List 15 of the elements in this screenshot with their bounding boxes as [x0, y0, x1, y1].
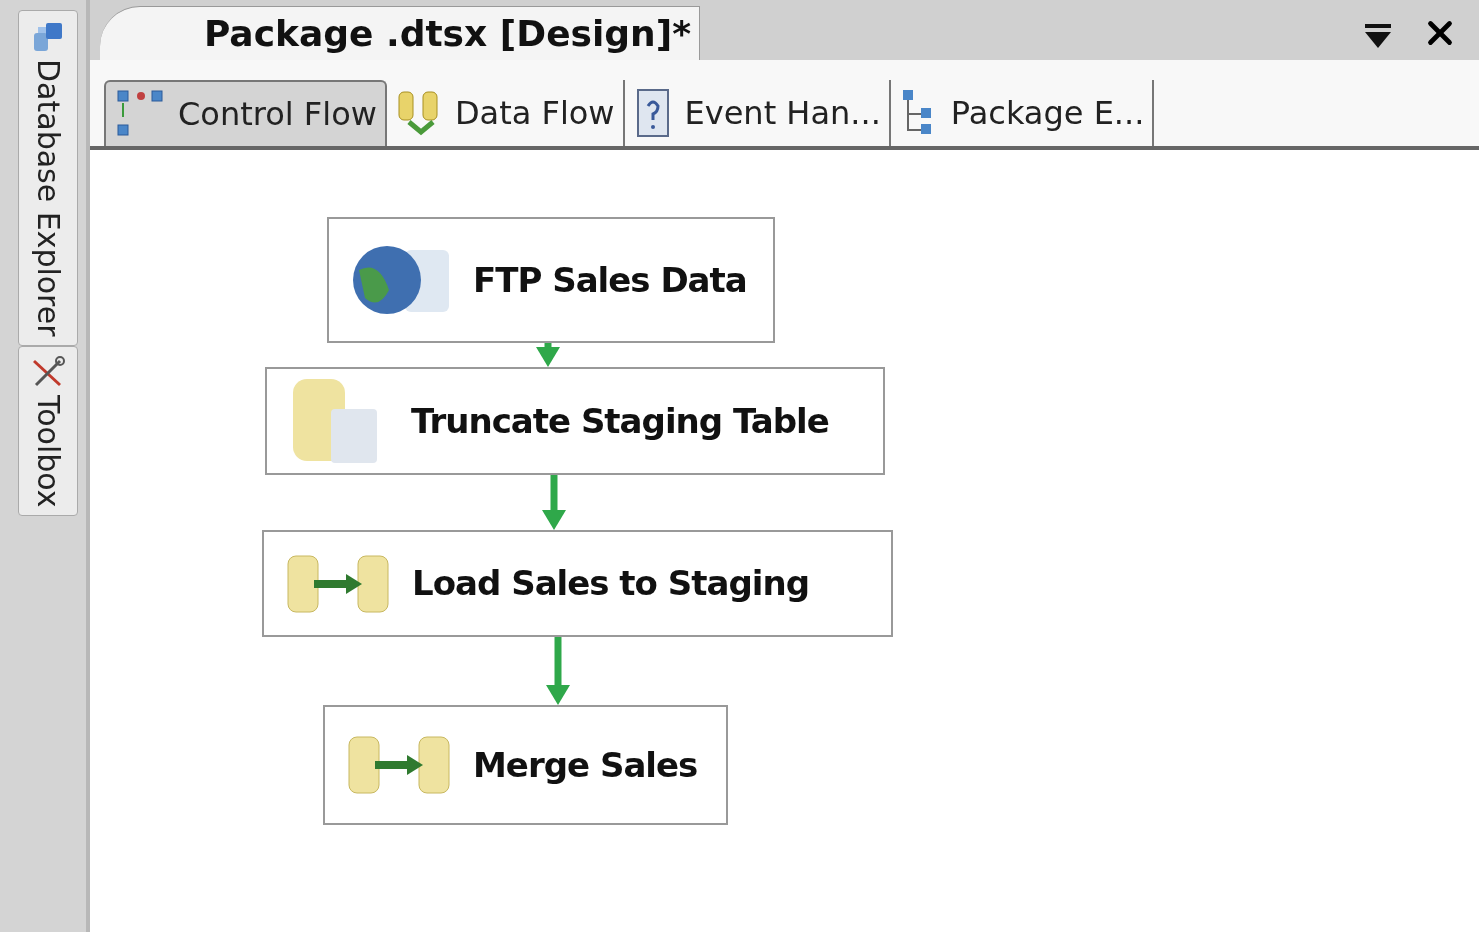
connector-arrow: [534, 343, 562, 367]
connector-arrow: [540, 475, 568, 530]
task-box[interactable]: Merge Sales: [323, 705, 728, 825]
designer-tab[interactable]: Control Flow: [104, 80, 387, 146]
designer-tab[interactable]: Event Han...: [624, 80, 891, 146]
designer-tab[interactable]: Package E...: [890, 80, 1155, 146]
data-flow-icon: [345, 733, 453, 797]
task-box[interactable]: Truncate Staging Table: [265, 367, 885, 475]
connector-arrow: [544, 637, 572, 705]
side-panel-tab[interactable]: Toolbox: [18, 345, 78, 517]
task-box[interactable]: Load Sales to Staging: [262, 530, 893, 637]
side-panel-tab[interactable]: Database Explorer: [18, 10, 78, 346]
document-tab[interactable]: Package .dtsx [Design]*: [100, 6, 700, 60]
designer-tab[interactable]: Data Flow: [386, 80, 625, 146]
task-box[interactable]: FTP Sales Data: [327, 217, 775, 343]
